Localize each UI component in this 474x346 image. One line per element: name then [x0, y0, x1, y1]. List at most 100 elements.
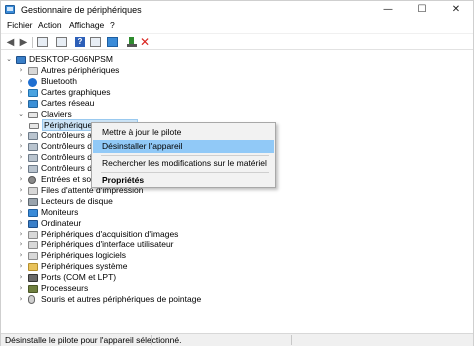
controller-icon: [28, 132, 38, 141]
help-icon[interactable]: ?: [75, 37, 85, 47]
tree-item-label: Souris et autres périphériques de pointa…: [41, 293, 202, 304]
tree-item-label: Lecteurs de disque: [41, 195, 113, 206]
tree-item-label: Ordinateur: [41, 217, 82, 228]
audio-icon: [28, 176, 36, 184]
tree-item-label: Périphériques d'interface utilisateur: [41, 239, 174, 250]
controller-icon: [28, 165, 38, 174]
system-device-icon: [28, 263, 38, 272]
menu-action[interactable]: Action: [38, 20, 62, 30]
maximize-button[interactable]: ☐: [405, 1, 439, 19]
software-device-icon: [28, 252, 38, 261]
controller-icon: [28, 154, 38, 163]
tree-item-label: Moniteurs: [41, 206, 79, 217]
chevron-right-icon[interactable]: ›: [17, 196, 25, 207]
chevron-right-icon[interactable]: ›: [17, 174, 25, 185]
chevron-right-icon[interactable]: ›: [17, 141, 25, 152]
toolbar: ◀ ▶ ? ✕: [1, 33, 473, 50]
uninstall-icon[interactable]: ✕: [140, 35, 150, 49]
tree-item-label: Périphériques d'acquisition d'images: [41, 228, 179, 239]
tree-root-label: DESKTOP-G06NPSM: [29, 54, 113, 64]
tree-item-label: Contrôleurs a: [41, 130, 93, 141]
port-icon: [28, 274, 38, 283]
tree-item-label: Ports (COM et LPT): [41, 272, 117, 283]
properties-icon[interactable]: [37, 37, 48, 47]
bluetooth-icon: [28, 77, 37, 87]
status-bar: Désinstalle le pilote pour l'appareil sé…: [1, 333, 473, 346]
tree-item-label: Cartes graphiques: [41, 86, 111, 97]
mouse-icon: [28, 294, 35, 304]
tree-item-label: Bluetooth: [41, 75, 77, 86]
status-text: Désinstalle le pilote pour l'appareil sé…: [5, 335, 182, 345]
chevron-right-icon[interactable]: ›: [17, 294, 25, 305]
chevron-right-icon[interactable]: ›: [17, 250, 25, 261]
menu-fichier[interactable]: Fichier: [7, 20, 33, 30]
tree-item-label: Entrées et sor: [41, 174, 94, 184]
menu-affichage[interactable]: Affichage: [69, 20, 104, 30]
chevron-right-icon[interactable]: ›: [17, 76, 25, 87]
window-title: Gestionnaire de périphériques: [21, 5, 142, 15]
chevron-right-icon[interactable]: ›: [17, 185, 25, 196]
network-adapter-icon: [28, 99, 38, 108]
chevron-right-icon[interactable]: ›: [17, 239, 25, 250]
chevron-down-icon[interactable]: ⌄: [5, 54, 13, 65]
tree-item-label: Autres périphériques: [41, 65, 120, 75]
keyboard-icon: [28, 111, 38, 118]
menu-scan-hardware[interactable]: Rechercher les modifications sur le maté…: [93, 157, 274, 170]
device-manager-window: Gestionnaire de périphériques — ☐ ✕ Fich…: [0, 0, 474, 346]
chevron-right-icon[interactable]: ›: [17, 283, 25, 294]
chevron-right-icon[interactable]: ›: [17, 261, 25, 272]
monitor-icon: [28, 208, 38, 217]
computer-icon: [16, 56, 26, 64]
controller-icon: [28, 143, 38, 152]
device-manager-icon: [5, 5, 15, 14]
chevron-right-icon[interactable]: ›: [17, 229, 25, 240]
tree-item-label: Cartes réseau: [41, 97, 95, 108]
context-menu: Mettre à jour le pilote Désinstaller l'a…: [91, 122, 276, 188]
chevron-right-icon[interactable]: ›: [17, 87, 25, 98]
processor-icon: [28, 285, 38, 293]
minimize-button[interactable]: —: [371, 1, 405, 19]
disk-icon: [28, 197, 38, 206]
generic-device-icon: [28, 67, 38, 75]
computer-icon: [28, 219, 38, 228]
tree-item-label: Contrôleurs d: [41, 152, 93, 163]
tree-item-label: Processeurs: [41, 283, 89, 293]
view-icon[interactable]: [90, 37, 101, 47]
chevron-right-icon[interactable]: ›: [17, 152, 25, 163]
menu-bar: Fichier Action Affichage ?: [1, 19, 473, 33]
tree-item-label: Contrôleurs d: [41, 163, 93, 174]
refresh-icon[interactable]: [56, 37, 67, 47]
chevron-down-icon[interactable]: ⌄: [17, 109, 25, 120]
close-button[interactable]: ✕: [439, 1, 473, 19]
menu-help[interactable]: ?: [110, 20, 115, 30]
menu-update-driver[interactable]: Mettre à jour le pilote: [93, 126, 274, 139]
printer-icon: [28, 186, 38, 195]
menu-separator: [101, 172, 269, 173]
title-bar: Gestionnaire de périphériques — ☐ ✕: [1, 1, 473, 19]
forward-arrow-icon[interactable]: ▶: [18, 37, 29, 48]
tree-item-label: Périphériques logiciels: [41, 250, 127, 261]
menu-separator: [101, 155, 269, 156]
menu-uninstall-device[interactable]: Désinstaller l'appareil: [93, 140, 274, 153]
chevron-right-icon[interactable]: ›: [17, 272, 25, 283]
device-tree: ⌄ DESKTOP-G06NPSM › Autres périphériques ›…: [1, 51, 473, 333]
chevron-right-icon[interactable]: ›: [17, 163, 25, 174]
tree-item-label: Contrôleurs d: [41, 141, 93, 152]
back-arrow-icon[interactable]: ◀: [5, 37, 16, 48]
display-adapter-icon: [28, 88, 38, 97]
chevron-right-icon[interactable]: ›: [17, 98, 25, 109]
chevron-right-icon[interactable]: ›: [17, 218, 25, 229]
update-driver-icon[interactable]: [127, 37, 137, 47]
toolbar-separator: [32, 37, 33, 48]
chevron-right-icon[interactable]: ›: [17, 65, 25, 76]
status-divider: [291, 335, 292, 345]
status-divider: [151, 335, 152, 345]
menu-properties[interactable]: Propriétés: [93, 174, 274, 187]
camera-icon: [28, 230, 38, 239]
tree-item-label: Périphériques système: [41, 261, 128, 272]
chevron-right-icon[interactable]: ›: [17, 130, 25, 141]
hid-icon: [28, 241, 38, 250]
keyboard-icon: [29, 122, 39, 129]
monitor-icon[interactable]: [107, 37, 118, 47]
chevron-right-icon[interactable]: ›: [17, 207, 25, 218]
